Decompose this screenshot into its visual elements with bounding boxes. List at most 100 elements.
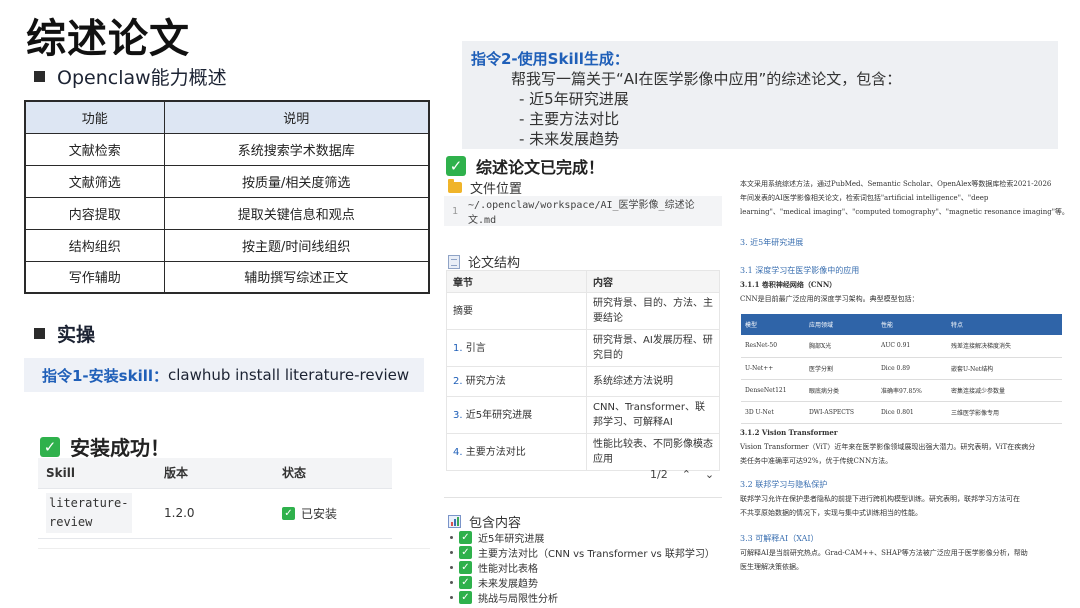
chevron-down-icon[interactable]: ⌄ [705, 468, 714, 481]
doc-line: 可解释AI是当前研究热点。Grad-CAM++、SHAP等方法被广泛应用于医学影… [740, 549, 1028, 557]
doc-table-cell: DenseNet121 [741, 379, 805, 402]
doc-table-cell: 3D U-Net [741, 401, 805, 424]
command2-bullet: - 未来发展趋势 [519, 130, 620, 148]
doc-table-cell: ResNet-50 [741, 335, 805, 358]
command2-label: 指令2-使用Skill生成： [471, 50, 629, 68]
skill-header-skill: Skill [38, 458, 156, 489]
doc-table-header: 模型 应用领域 性能 特点 [741, 314, 1062, 335]
check-icon: ✓ [459, 591, 472, 604]
structure-content: 研究背景、AI发展历程、研究目的 [586, 329, 720, 367]
check-icon: ✓ [459, 531, 472, 544]
command1-box: 指令1-安装skill： clawhub install literature-… [24, 358, 424, 392]
command2-box: 指令2-使用Skill生成： 帮我写一篇关于“AI在医学影像中应用”的综述论文，… [462, 41, 1058, 149]
bullet-dot-icon [450, 566, 453, 569]
ability-header-function: 功能 [24, 100, 165, 134]
table-row: 4. 主要方法对比 性能比较表、不同影像模态应用 [446, 433, 720, 471]
file-location-heading: 文件位置 [448, 178, 522, 197]
structure-section-text: 近5年研究进展 [465, 409, 533, 421]
file-path-code[interactable]: 1 ~/.openclaw/workspace/AI_医学影像_综述论文.md [444, 196, 722, 226]
structure-section: 4. 主要方法对比 [446, 433, 587, 471]
check-icon: ✓ [40, 436, 60, 457]
structure-section-text: 引言 [465, 342, 486, 354]
code-line-number: 1 [452, 205, 459, 217]
table-row: 写作辅助 辅助撰写综述正文 [24, 260, 430, 294]
list-item: ✓ 挑战与局限性分析 [450, 590, 715, 605]
doc-model-table: 模型 应用领域 性能 特点 ResNet-50 胸部X光 AUC 0.91 残差连接解… [741, 314, 1062, 424]
doc-table-cell: AUC 0.91 [877, 335, 947, 358]
bullet-dot-icon [450, 581, 453, 584]
doc-table-header-cell: 特点 [947, 314, 1062, 335]
table-row: DenseNet121 眼底病分类 准确率97.85% 密集连接减少参数量 [741, 379, 1062, 402]
table-row: literature-review 1.2.0 ✓ 已安装 [38, 488, 392, 539]
doc-line: learning"、"medical imaging"、"computed to… [740, 208, 1069, 216]
chevron-up-icon[interactable]: ⌃ [682, 468, 691, 481]
table-row: 3. 近5年研究进展 CNN、Transformer、联邦学习、可解释AI [446, 396, 720, 434]
doc-table-header-cell: 模型 [741, 314, 805, 335]
structure-table-header: 章节 内容 [446, 270, 720, 293]
ability-header-desc: 说明 [163, 100, 430, 134]
contains-heading-text: 包含内容 [469, 516, 522, 531]
doc-table-cell: 密集连接减少参数量 [947, 379, 1062, 402]
structure-num: 1. [453, 342, 463, 354]
doc-heading-3: 3. 近5年研究进展 [740, 238, 804, 247]
skill-header-status: 状态 [274, 458, 392, 489]
divider [444, 497, 722, 498]
skill-header-version: 版本 [156, 458, 274, 489]
doc-table-cell: 眼底病分类 [805, 379, 877, 402]
doc-table-cell: 医学分割 [805, 357, 877, 380]
contains-list: ✓ 近5年研究进展 ✓ 主要方法对比（CNN vs Transformer vs 联… [450, 530, 715, 605]
file-path-text: ~/.openclaw/workspace/AI_医学影像_综述论文.md [468, 200, 695, 226]
page-title: 综述论文 [26, 16, 190, 62]
command2-bullet: - 近5年研究进展 [519, 90, 629, 108]
structure-section-text: 主要方法对比 [465, 446, 526, 458]
contains-item-text: 主要方法对比（CNN vs Transformer vs 联邦学习） [478, 549, 715, 560]
doc-vit-text: Vision Transformer（ViT）近年来在医学影像领域展现出强大潜力… [740, 440, 1070, 468]
document-icon [448, 254, 460, 269]
doc-heading-3-1-1: 3.1.1 卷积神经网络（CNN） [740, 280, 837, 289]
table-row: 文献筛选 按质量/相关度筛选 [24, 164, 430, 198]
ability-cell: 结构组织 [24, 228, 165, 262]
install-success-heading: ✓ 安装成功！ [40, 432, 170, 461]
list-item: ✓ 未来发展趋势 [450, 575, 715, 590]
list-item: ✓ 性能对比表格 [450, 560, 715, 575]
doc-table-cell: 胸部X光 [805, 335, 877, 358]
doc-table-header-cell: 性能 [877, 314, 947, 335]
structure-section-text: 研究方法 [465, 376, 506, 387]
contains-heading: 包含内容 [448, 512, 521, 531]
doc-table-cell: 三维医学影像专用 [947, 401, 1062, 424]
command2-bullet: - 主要方法对比 [519, 110, 620, 128]
pager-text: 1/2 [650, 468, 668, 481]
doc-table-cell: Dice 0.801 [877, 401, 947, 424]
table-row: 1. 引言 研究背景、AI发展历程、研究目的 [446, 329, 720, 367]
list-item: ✓ 近5年研究进展 [450, 530, 715, 545]
ability-cell: 写作辅助 [24, 260, 165, 294]
skill-status-text: 已安装 [301, 506, 338, 521]
doc-table-cell: Dice 0.89 [877, 357, 947, 380]
doc-line: 类任务中准确率可达92%，优于传统CNN方法。 [740, 457, 893, 465]
folder-icon [448, 179, 462, 193]
structure-heading: 论文结构 [448, 252, 520, 271]
doc-table-cell: DWI-ASPECTS [805, 401, 877, 424]
structure-heading-text: 论文结构 [468, 256, 521, 271]
structure-content: CNN、Transformer、联邦学习、可解释AI [586, 396, 720, 434]
skill-status: ✓ 已安装 [282, 505, 392, 522]
structure-content: 性能比较表、不同影像模态应用 [586, 433, 720, 471]
divider [38, 548, 430, 549]
doc-fl-text: 联邦学习允许在保护患者隐私的前提下进行跨机构模型训练。研究表明，联邦学习方法可在… [740, 492, 1070, 520]
doc-table-cell: 准确率97.85% [877, 379, 947, 402]
ability-cell: 内容提取 [24, 196, 165, 230]
structure-section: 1. 引言 [446, 329, 587, 367]
doc-heading-3-3: 3.3 可解释AI（XAI） [740, 534, 819, 543]
bullet-dot-icon [450, 536, 453, 539]
doc-table-cell: 残差连接解决梯度消失 [947, 335, 1062, 358]
section-practice-heading: 实操 [34, 320, 95, 347]
section-practice-text: 实操 [57, 324, 96, 346]
skill-version: 1.2.0 [156, 488, 274, 539]
check-icon: ✓ [459, 546, 472, 559]
command1-label: 指令1-安装skill： [42, 366, 168, 385]
doc-line: 联邦学习允许在保护患者隐私的前提下进行跨机构模型训练。研究表明，联邦学习方法可在 [740, 495, 1020, 503]
ability-cell: 按主题/时间线组织 [163, 228, 430, 262]
doc-heading-3-1: 3.1 深度学习在医学影像中的应用 [740, 266, 860, 275]
contains-item-text: 近5年研究进展 [478, 534, 545, 545]
section-ability-heading: Openclaw能力概述 [34, 63, 227, 90]
